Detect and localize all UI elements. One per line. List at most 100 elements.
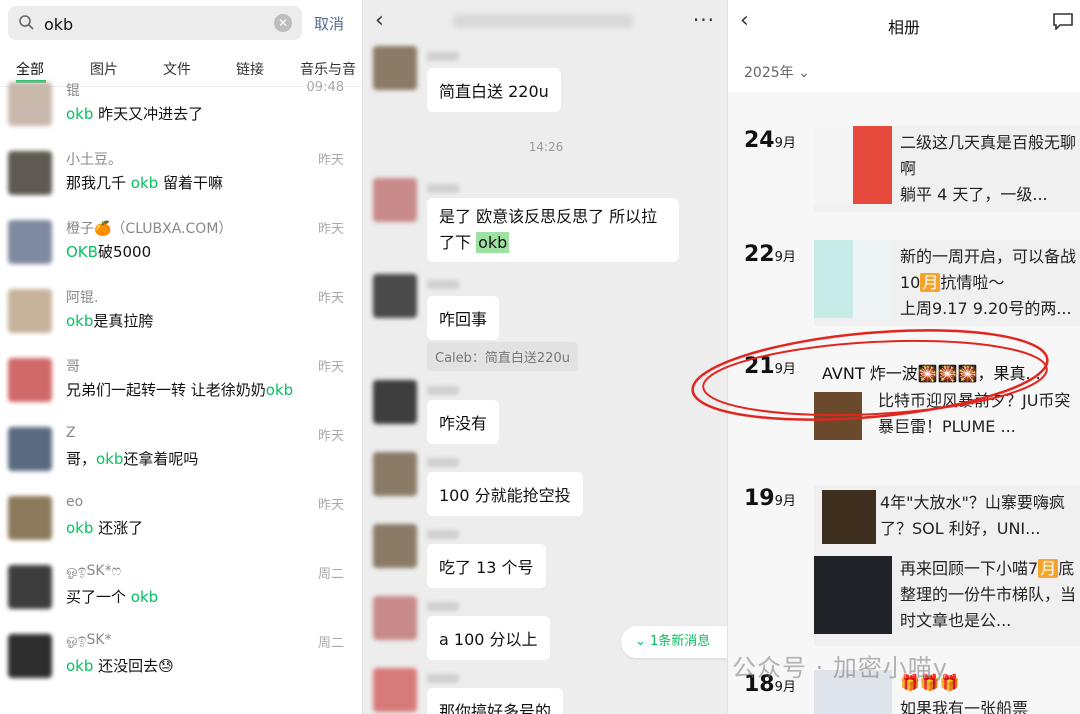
result-name: ஓඉSK* [66, 632, 112, 648]
timestamp: 14:26 [528, 140, 564, 154]
post-date: 229月 [744, 242, 796, 267]
result-message: 那我几千 okb 留着干嘛 [66, 174, 223, 192]
watermark: 公众号 · 加密小喵y [732, 654, 949, 682]
message-bubble[interactable]: 简直白送 220u [427, 68, 561, 112]
result-message: 哥，okb还拿着呢吗 [66, 450, 199, 468]
year-selector[interactable]: 2025年 ⌄ [744, 62, 810, 82]
post-thumbnail [814, 392, 862, 440]
back-arrow-icon[interactable]: ‹ [375, 8, 384, 33]
result-row[interactable]: 小土豆。 昨天 那我几千 okb 留着干嘛 [0, 143, 362, 212]
result-row[interactable]: 橙子🍊（CLUBXA.COM） 昨天 OKB破5000 [0, 212, 362, 281]
sender-name [427, 52, 459, 61]
search-panel: ✕ 取消 全部 图片 文件 链接 音乐与音 锟 09:48 okb 昨天又冲进去… [0, 0, 362, 714]
post-text: AVNT 炸一波🎇🎇🎇，果真... [822, 364, 1041, 383]
post-text: 新的一周开启，可以备战10 月抗情啦～ 上周9.17 9.20号的两... [900, 247, 1077, 318]
album-post[interactable]: 二级这几天真是百般无聊啊 躺平 4 天了，一级... [814, 126, 1080, 212]
result-name: ஓඉSK*ෆ [66, 563, 122, 579]
result-name: Z [66, 425, 76, 441]
result-name: 小土豆。 [66, 152, 122, 168]
album-post[interactable]: 新的一周开启，可以备战10 月抗情啦～ 上周9.17 9.20号的两... [814, 240, 1080, 326]
sender-name [427, 602, 459, 611]
result-message: 兄弟们一起转一转 让老徐奶奶okb [66, 381, 294, 399]
post-text: 再来回顾一下小喵7 月底整理的一份牛市梯队，当时文章也是公... [900, 559, 1077, 630]
sender-name [427, 530, 459, 539]
result-time: 昨天 [317, 429, 344, 444]
post-text: 二级这几天真是百般无聊啊 躺平 4 天了，一级... [900, 133, 1077, 204]
result-name: 橙子🍊（CLUBXA.COM） [66, 221, 233, 237]
album-post[interactable]: 4年"大放水"？山寨要嗨疯了？SOL 利好，UNI... 再来回顾一下小喵7 月底… [814, 486, 1080, 646]
message-bubble[interactable]: a 100 分以上 [427, 616, 550, 660]
chat-title [453, 14, 633, 28]
album-list: 249月 二级这几天真是百般无聊啊 躺平 4 天了，一级... 229月 新的一周… [728, 92, 1080, 714]
result-time: 周二 [317, 636, 344, 651]
post-text: 4年"大放水"？山寨要嗨疯了？SOL 利好，UNI... [880, 493, 1065, 538]
result-name: eo [66, 494, 84, 510]
avatar [8, 496, 52, 540]
avatar [8, 427, 52, 471]
quoted-message[interactable]: Caleb：简直白送220u [427, 342, 578, 371]
post-thumbnail [822, 490, 876, 544]
chat-header: ‹ ··· [363, 0, 727, 44]
sender-name [427, 674, 459, 683]
result-message: okb是真拉胯 [66, 312, 154, 330]
avatar [8, 82, 52, 126]
avatar [8, 220, 52, 264]
search-input[interactable] [42, 9, 266, 39]
search-bar[interactable]: ✕ [8, 6, 302, 40]
comment-icon[interactable] [1052, 12, 1074, 30]
result-message: okb 还涨了 [66, 519, 144, 537]
message-bubble[interactable]: 那你搞好多号的 [427, 688, 564, 714]
sender-name [427, 184, 459, 193]
message-bubble[interactable]: 100 分就能抢空投 [427, 472, 583, 516]
avatar [8, 358, 52, 402]
result-row[interactable]: 锟 09:48 okb 昨天又冲进去了 [0, 74, 362, 143]
result-time: 昨天 [317, 360, 344, 375]
avatar [373, 524, 417, 568]
avatar [373, 274, 417, 318]
result-row[interactable]: Z 昨天 哥，okb还拿着呢吗 [0, 419, 362, 488]
page-title: 相册 [887, 18, 920, 37]
result-row[interactable]: ஓඉSK*ෆ 周二 买了一个 okb [0, 557, 362, 626]
chat-panel: ‹ ··· 简直白送 220u 14:26 是了 欧意该反思反思了 所以拉了下 … [362, 0, 728, 714]
result-name: 锟 [66, 83, 80, 99]
result-time: 昨天 [317, 498, 344, 513]
avatar [373, 668, 417, 712]
message-bubble[interactable]: 吃了 13 个号 [427, 544, 546, 588]
album-panel: ‹ 相册 2025年 ⌄ 249月 二级这几天真是百般无聊啊 躺平 4 天了，一级… [728, 0, 1080, 714]
cancel-button[interactable]: 取消 [314, 13, 344, 34]
result-row[interactable]: 哥 昨天 兄弟们一起转一转 让老徐奶奶okb [0, 350, 362, 419]
result-row[interactable]: 阿锟. 昨天 okb是真拉胯 [0, 281, 362, 350]
avatar [8, 151, 52, 195]
result-name: 阿锟. [66, 290, 99, 306]
sender-name [427, 386, 459, 395]
avatar [373, 46, 417, 90]
result-time: 昨天 [317, 222, 344, 237]
message-bubble[interactable]: 是了 欧意该反思反思了 所以拉了下 okb [427, 198, 679, 262]
avatar [8, 634, 52, 678]
chevron-down-icon: ⌄ [635, 634, 651, 649]
post-thumbnail [814, 240, 892, 318]
post-thumbnail [814, 126, 892, 204]
clear-icon[interactable]: ✕ [274, 14, 292, 32]
new-message-button[interactable]: ⌄ 1条新消息 [621, 626, 727, 658]
result-name: 哥 [66, 359, 80, 375]
result-time: 09:48 [306, 80, 344, 95]
result-message: okb 昨天又冲进去了 [66, 105, 204, 123]
more-icon[interactable]: ··· [693, 8, 715, 32]
post-text: 比特币迎风暴前夕？JU币突暴巨雷！PLUME ... [878, 391, 1071, 436]
avatar [8, 289, 52, 333]
message-bubble[interactable]: 咋没有 [427, 400, 500, 444]
post-date: 199月 [744, 486, 796, 511]
avatar [373, 380, 417, 424]
avatar [373, 596, 417, 640]
album-post[interactable]: AVNT 炸一波🎇🎇🎇，果真... 比特币迎风暴前夕？JU币突暴巨雷！PLUME… [814, 356, 1080, 444]
result-message: okb 还没回去😓 [66, 657, 174, 675]
result-time: 昨天 [317, 153, 344, 168]
result-row[interactable]: eo 昨天 okb 还涨了 [0, 488, 362, 557]
avatar [373, 178, 417, 222]
result-message: 买了一个 okb [66, 588, 159, 606]
message-bubble[interactable]: 咋回事 [427, 296, 500, 340]
result-row[interactable]: ஓඉSK* 周二 okb 还没回去😓 [0, 626, 362, 695]
post-date: 219月 [744, 354, 796, 379]
avatar [8, 565, 52, 609]
